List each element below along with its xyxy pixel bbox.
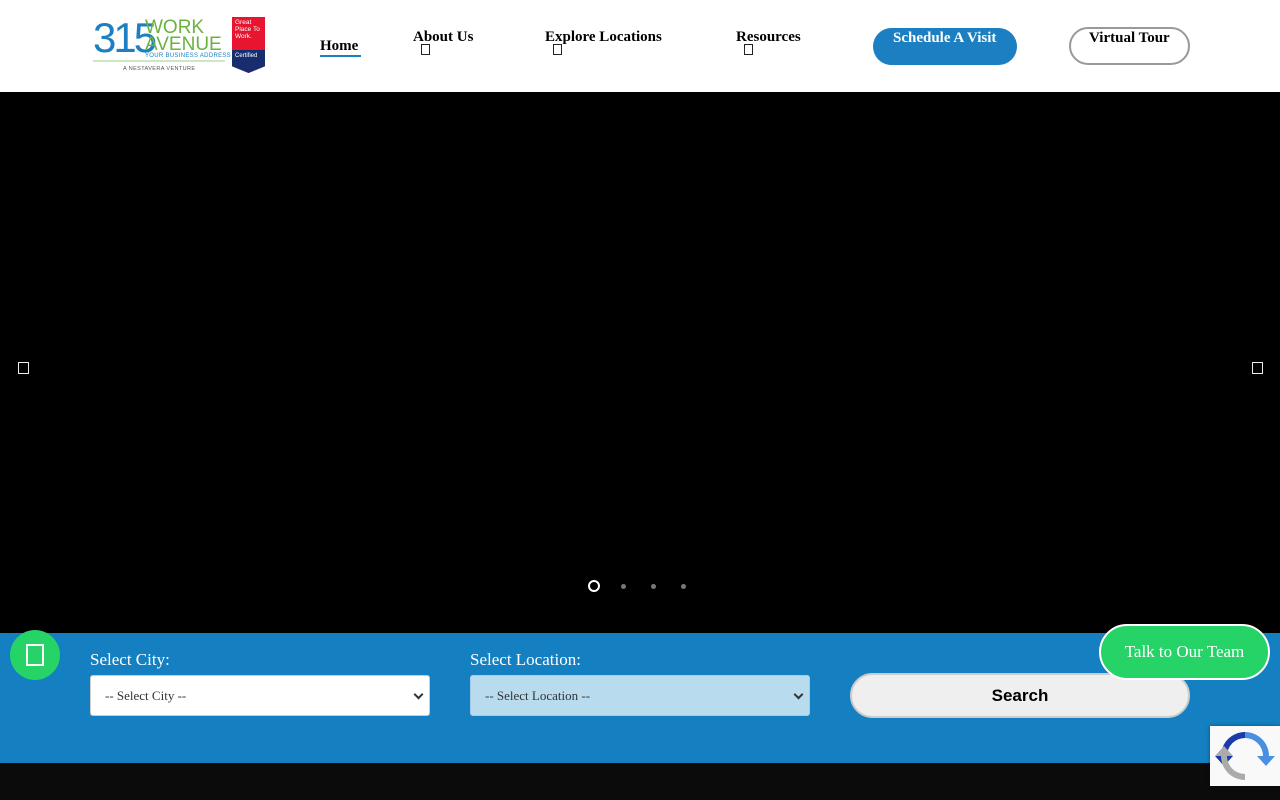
great-place-to-work-badge: Great Place To Work. Certified bbox=[232, 17, 265, 73]
slider-dot-3[interactable] bbox=[651, 584, 656, 589]
whatsapp-icon bbox=[26, 644, 44, 666]
hero-slider bbox=[0, 92, 1280, 633]
location-select[interactable]: -- Select Location -- bbox=[470, 675, 810, 716]
brand-logo[interactable]: 315 WORK AVENUE YOUR BUSINESS ADDRESS A … bbox=[93, 16, 268, 74]
logo-venture-text: A NESTAVERA VENTURE bbox=[123, 66, 196, 72]
nav-home-link[interactable]: Home bbox=[320, 38, 358, 55]
badge-certified: Certified bbox=[235, 53, 258, 59]
location-select-value: -- Select Location -- bbox=[485, 688, 591, 703]
footer-strip bbox=[0, 763, 1280, 800]
nav-explore-locations-link[interactable]: Explore Locations bbox=[545, 29, 662, 46]
slider-dot-1[interactable] bbox=[588, 580, 600, 592]
chevron-right-icon[interactable] bbox=[1252, 362, 1263, 374]
recaptcha-icon bbox=[1215, 732, 1275, 780]
badge-text: Great Place To Work. bbox=[235, 19, 260, 40]
chevron-down-icon bbox=[413, 689, 424, 700]
city-select-value: -- Select City -- bbox=[105, 688, 187, 703]
recaptcha-badge[interactable] bbox=[1210, 726, 1280, 786]
city-select[interactable]: -- Select City -- bbox=[90, 675, 430, 716]
logo-tagline: YOUR BUSINESS ADDRESS bbox=[145, 53, 231, 59]
chevron-down-icon bbox=[793, 689, 804, 700]
chevron-down-icon[interactable] bbox=[553, 44, 562, 55]
chevron-down-icon[interactable] bbox=[421, 44, 430, 55]
schedule-visit-button[interactable]: Schedule A Visit bbox=[873, 28, 1017, 65]
city-label: Select City: bbox=[90, 650, 170, 669]
talk-to-team-button[interactable]: Talk to Our Team bbox=[1099, 624, 1270, 680]
whatsapp-button[interactable] bbox=[10, 630, 60, 680]
logo-divider bbox=[93, 60, 225, 62]
nav-home-underline bbox=[320, 55, 361, 57]
logo-word-avenue: AVENUE bbox=[145, 34, 222, 55]
location-label: Select Location: bbox=[470, 650, 581, 669]
location-search-bar: Select City: -- Select City -- Select Lo… bbox=[0, 633, 1280, 763]
site-header: 315 WORK AVENUE YOUR BUSINESS ADDRESS A … bbox=[0, 0, 1280, 92]
chevron-left-icon[interactable] bbox=[18, 362, 29, 374]
slider-dot-4[interactable] bbox=[681, 584, 686, 589]
slider-dot-2[interactable] bbox=[621, 584, 626, 589]
virtual-tour-button[interactable]: Virtual Tour bbox=[1069, 27, 1190, 65]
chevron-down-icon[interactable] bbox=[744, 44, 753, 55]
